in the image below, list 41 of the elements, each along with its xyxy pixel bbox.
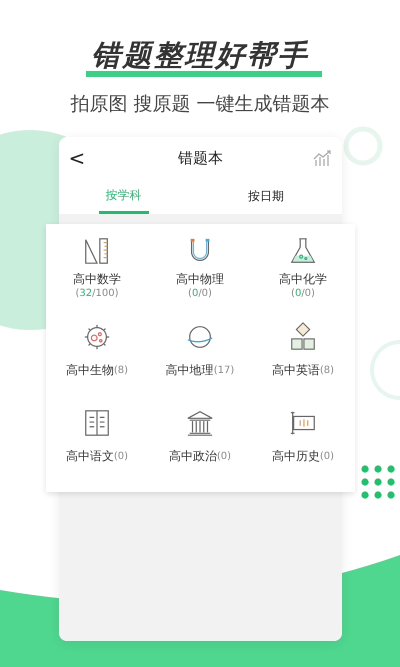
subject-item[interactable]: 高中英语(8) — [252, 322, 354, 408]
decorative-ring — [370, 340, 400, 400]
subject-count: (0/0) — [188, 288, 212, 299]
subject-count: (0) — [320, 451, 334, 462]
subject-item[interactable]: 高中历史(0) — [252, 408, 354, 492]
dots-decoration-icon — [361, 465, 395, 499]
decorative-ring — [344, 126, 382, 166]
subject-name: 高中数学 — [73, 271, 121, 288]
subject-name: 高中语文 — [66, 448, 114, 465]
subject-name: 高中地理 — [166, 362, 214, 379]
subject-item[interactable]: 高中化学 (0/0) — [252, 236, 354, 322]
subject-name: 高中英语 — [272, 362, 320, 379]
flask-icon — [288, 236, 318, 266]
back-button[interactable]: < — [66, 146, 88, 170]
subject-count: (8) — [320, 365, 334, 376]
subject-count: (0/0) — [291, 288, 315, 299]
subject-count: (17) — [214, 365, 234, 376]
subject-count: (32/100) — [76, 288, 118, 299]
subject-item[interactable]: 高中物理 (0/0) — [148, 236, 252, 322]
subject-item[interactable]: 高中语文(0) — [46, 408, 148, 492]
chart-icon[interactable] — [313, 149, 334, 167]
subject-item[interactable]: 高中数学 (32/100) — [46, 236, 148, 322]
subject-name: 高中化学 — [279, 271, 327, 288]
subject-name: 高中生物 — [66, 362, 114, 379]
subject-item[interactable]: 高中地理(17) — [148, 322, 252, 408]
blocks-icon — [288, 322, 318, 352]
subject-name: 高中历史 — [272, 448, 320, 465]
subject-item[interactable]: 高中生物(8) — [46, 322, 148, 408]
subject-count: (8) — [114, 365, 128, 376]
cell-icon — [82, 322, 112, 352]
screen-title: 错题本 — [178, 148, 223, 168]
tab[interactable]: 按日期 — [190, 179, 342, 214]
subject-name: 高中政治 — [168, 448, 217, 465]
subject-item[interactable]: 高中政治(0) — [148, 408, 252, 492]
subject-name: 高中物理 — [176, 271, 224, 288]
headline: 错题整理好帮手 — [92, 40, 308, 71]
subject-count: (0) — [114, 451, 128, 462]
subject-count: (0) — [216, 451, 232, 462]
building-icon — [185, 408, 215, 438]
subtitle: 拍原图 搜原题 一键生成错题本 — [70, 92, 330, 117]
book-icon — [82, 408, 112, 438]
